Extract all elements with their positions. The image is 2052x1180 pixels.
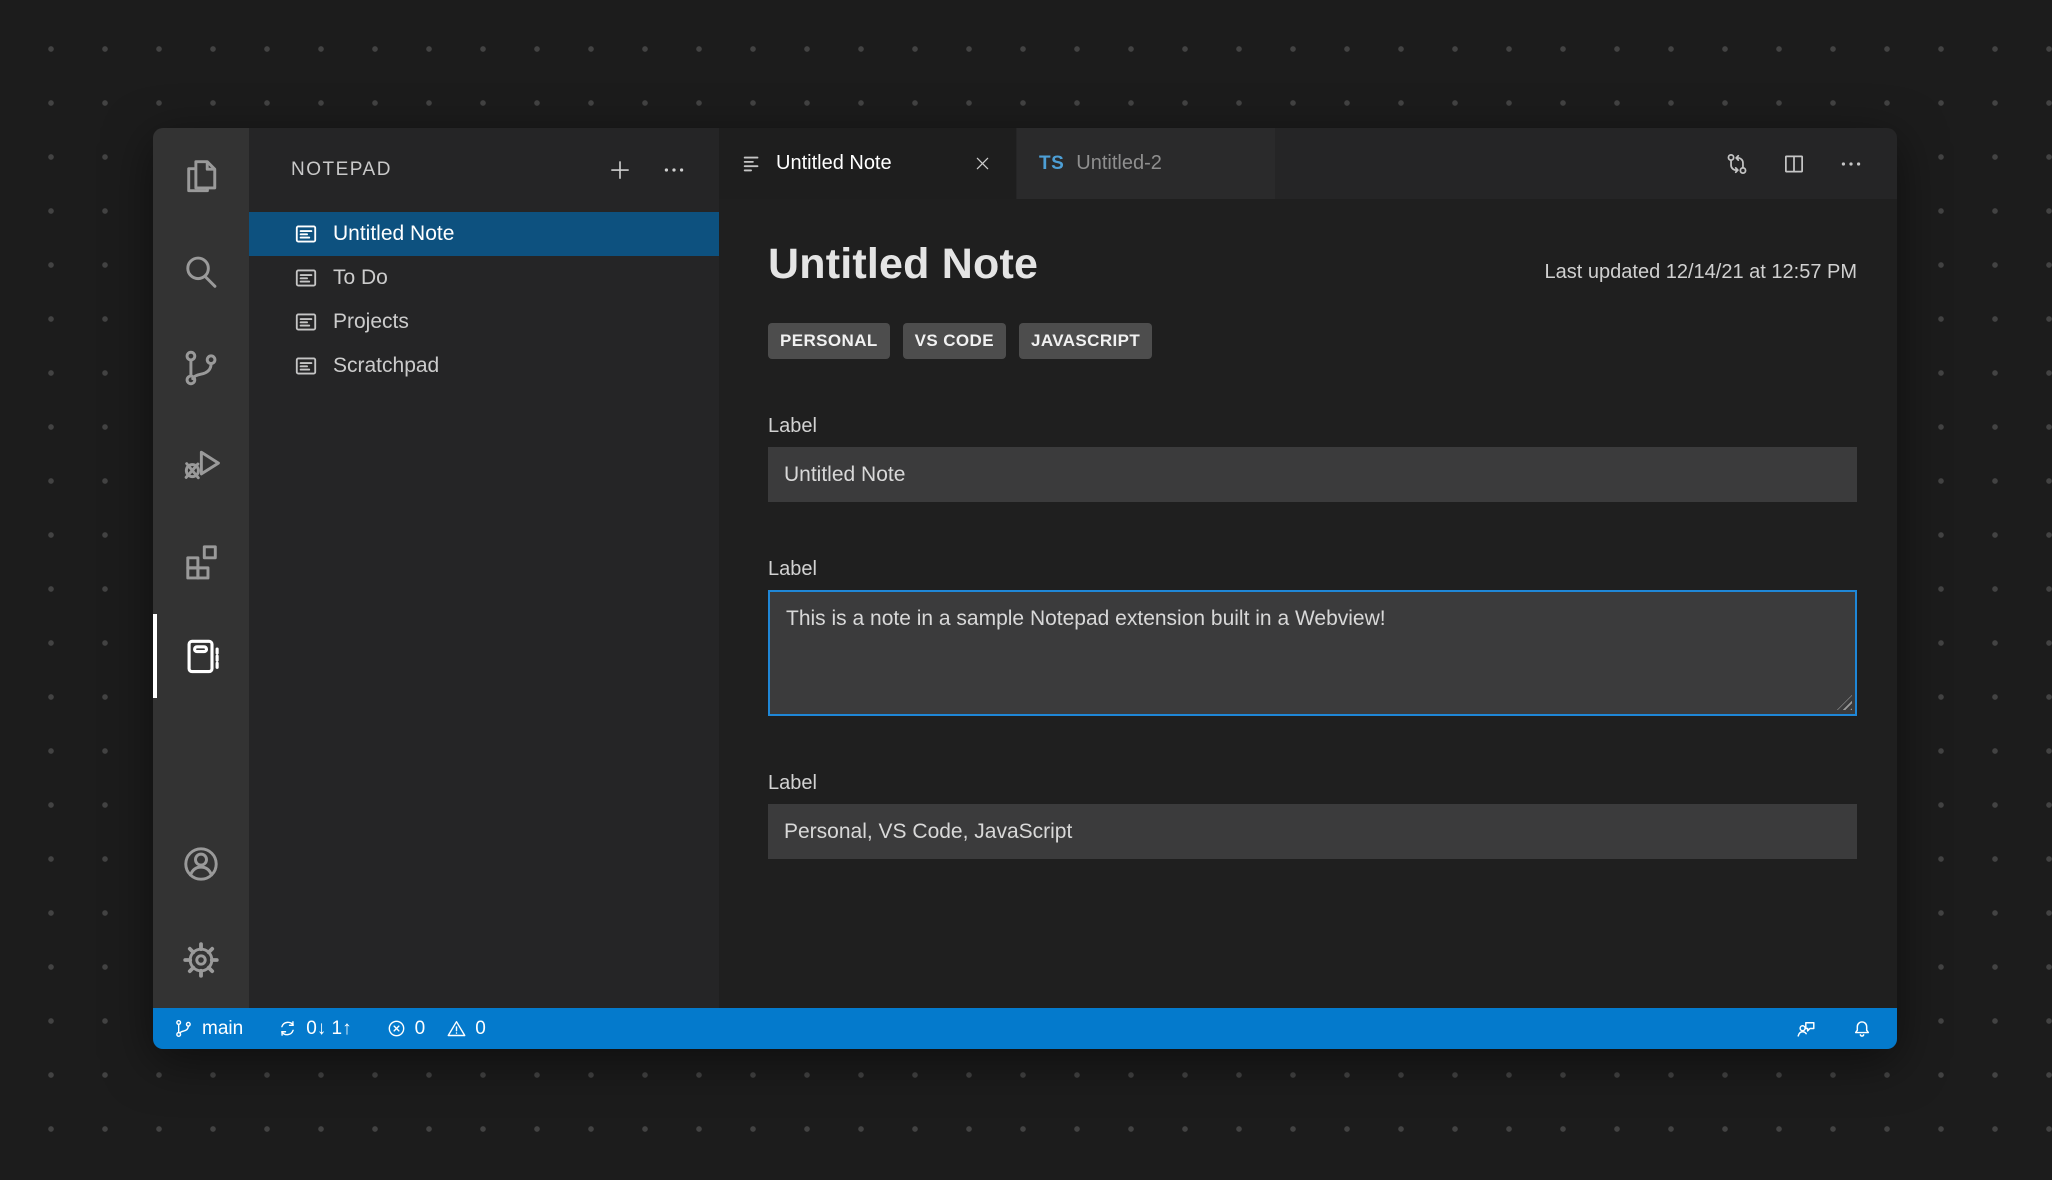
workbench: NOTEPAD Untitled Note To Do Projects Scr… [153,128,1897,1008]
tab-label: Untitled-2 [1076,152,1162,174]
notepad-button[interactable] [153,608,249,704]
error-icon [388,1020,404,1037]
tab-untitled-2[interactable]: TS Untitled-2 [1016,128,1275,199]
settings-button[interactable] [153,912,249,1008]
status-bar-right [1795,1018,1879,1040]
note-webview: Untitled Note Last updated 12/14/21 at 1… [719,199,1897,1008]
note-list-item[interactable]: Untitled Note [249,212,719,256]
editor-group: Untitled Note TS Untitled-2 Untitled Not… [719,128,1897,1008]
editor-actions [1722,128,1897,199]
tab-label: Untitled Note [776,152,892,174]
bell-icon [1854,1020,1870,1037]
activity-bar-top [153,128,249,704]
typescript-file-icon: TS [1039,152,1065,174]
ellipsis-icon [1841,161,1861,166]
tab-untitled-note[interactable]: Untitled Note [719,128,1016,199]
split-editor-button[interactable] [1779,149,1809,179]
note-body-textarea[interactable]: This is a note in a sample Notepad exten… [768,590,1857,716]
notifications-button[interactable] [1851,1018,1873,1040]
search-button[interactable] [153,224,249,320]
tag-list: PERSONAL VS CODE JAVASCRIPT [768,323,1857,359]
note-list-item[interactable]: Projects [249,300,719,344]
activity-bar-bottom [153,816,249,1008]
note-list-item[interactable]: Scratchpad [249,344,719,388]
field-label: Label [768,772,817,794]
page-title: Untitled Note [768,240,1039,288]
note-label: Projects [333,310,409,333]
last-updated-text: Last updated 12/14/21 at 12:57 PM [1544,261,1857,283]
problems-status-item[interactable]: 0 0 [384,1018,488,1040]
branch-status-item[interactable]: main [171,1018,245,1040]
sync-counts: 0↓ 1↑ [306,1017,352,1039]
git-branch-icon [176,1020,191,1037]
note-icon [295,269,317,287]
new-note-button[interactable] [605,155,635,185]
run-debug-icon [184,450,220,480]
note-icon [295,225,317,243]
sidebar-notepad: NOTEPAD Untitled Note To Do Projects Scr… [249,128,719,1008]
compare-changes-button[interactable] [1722,149,1752,179]
title-field-group: Label [768,415,1857,502]
tag-chip: JAVASCRIPT [1018,323,1153,359]
search-icon [186,256,217,288]
note-list: Untitled Note To Do Projects Scratchpad [249,212,719,388]
branch-name: main [202,1017,244,1039]
extensions-button[interactable] [153,512,249,608]
sync-icon [281,1021,295,1036]
files-icon [187,160,217,193]
compare-changes-icon [1727,153,1747,174]
notepad-icon [187,639,219,674]
close-icon [976,157,988,170]
sidebar-header: NOTEPAD [249,128,719,212]
note-header: Untitled Note Last updated 12/14/21 at 1… [768,240,1857,289]
activity-bar [153,128,249,1008]
tags-field-group: Label [768,772,1857,859]
note-label: Scratchpad [333,354,440,377]
source-control-button[interactable] [153,320,249,416]
account-button[interactable] [153,816,249,912]
body-field-group: Label This is a note in a sample Notepad… [768,558,1857,716]
ellipsis-icon [664,168,684,172]
split-editor-icon [1785,155,1803,172]
run-debug-button[interactable] [153,416,249,512]
field-label: Label [768,558,817,580]
extensions-icon [186,545,217,580]
plus-icon [611,161,629,179]
sync-status-item[interactable]: 0↓ 1↑ [275,1018,353,1040]
vscode-window: NOTEPAD Untitled Note To Do Projects Scr… [153,128,1897,1049]
more-actions-button[interactable] [659,155,689,185]
note-label: To Do [333,266,388,289]
note-lines-icon [743,156,759,171]
note-list-item[interactable]: To Do [249,256,719,300]
field-label: Label [768,415,817,437]
tag-chip: PERSONAL [768,323,890,359]
note-tags-input[interactable] [768,804,1857,859]
error-count: 0 [414,1017,426,1039]
tag-chip: VS CODE [902,323,1006,359]
source-control-icon [185,350,217,386]
feedback-icon [1797,1021,1815,1037]
feedback-button[interactable] [1795,1018,1817,1040]
explorer-button[interactable] [153,128,249,224]
sidebar-actions [605,155,689,185]
more-editor-actions-button[interactable] [1836,149,1866,179]
close-tab-button[interactable] [970,152,994,176]
tab-bar: Untitled Note TS Untitled-2 [719,128,1897,199]
note-icon [295,313,317,331]
warning-count: 0 [475,1017,486,1039]
account-icon [184,847,218,881]
note-title-input[interactable] [768,447,1857,502]
status-bar: main 0↓ 1↑ 0 0 [153,1008,1897,1049]
note-icon [295,357,317,375]
warning-icon [447,1020,466,1037]
note-body-wrap: This is a note in a sample Notepad exten… [768,590,1857,716]
sidebar-title: NOTEPAD [291,159,392,180]
note-label: Untitled Note [333,222,455,245]
settings-gear-icon [183,942,219,978]
